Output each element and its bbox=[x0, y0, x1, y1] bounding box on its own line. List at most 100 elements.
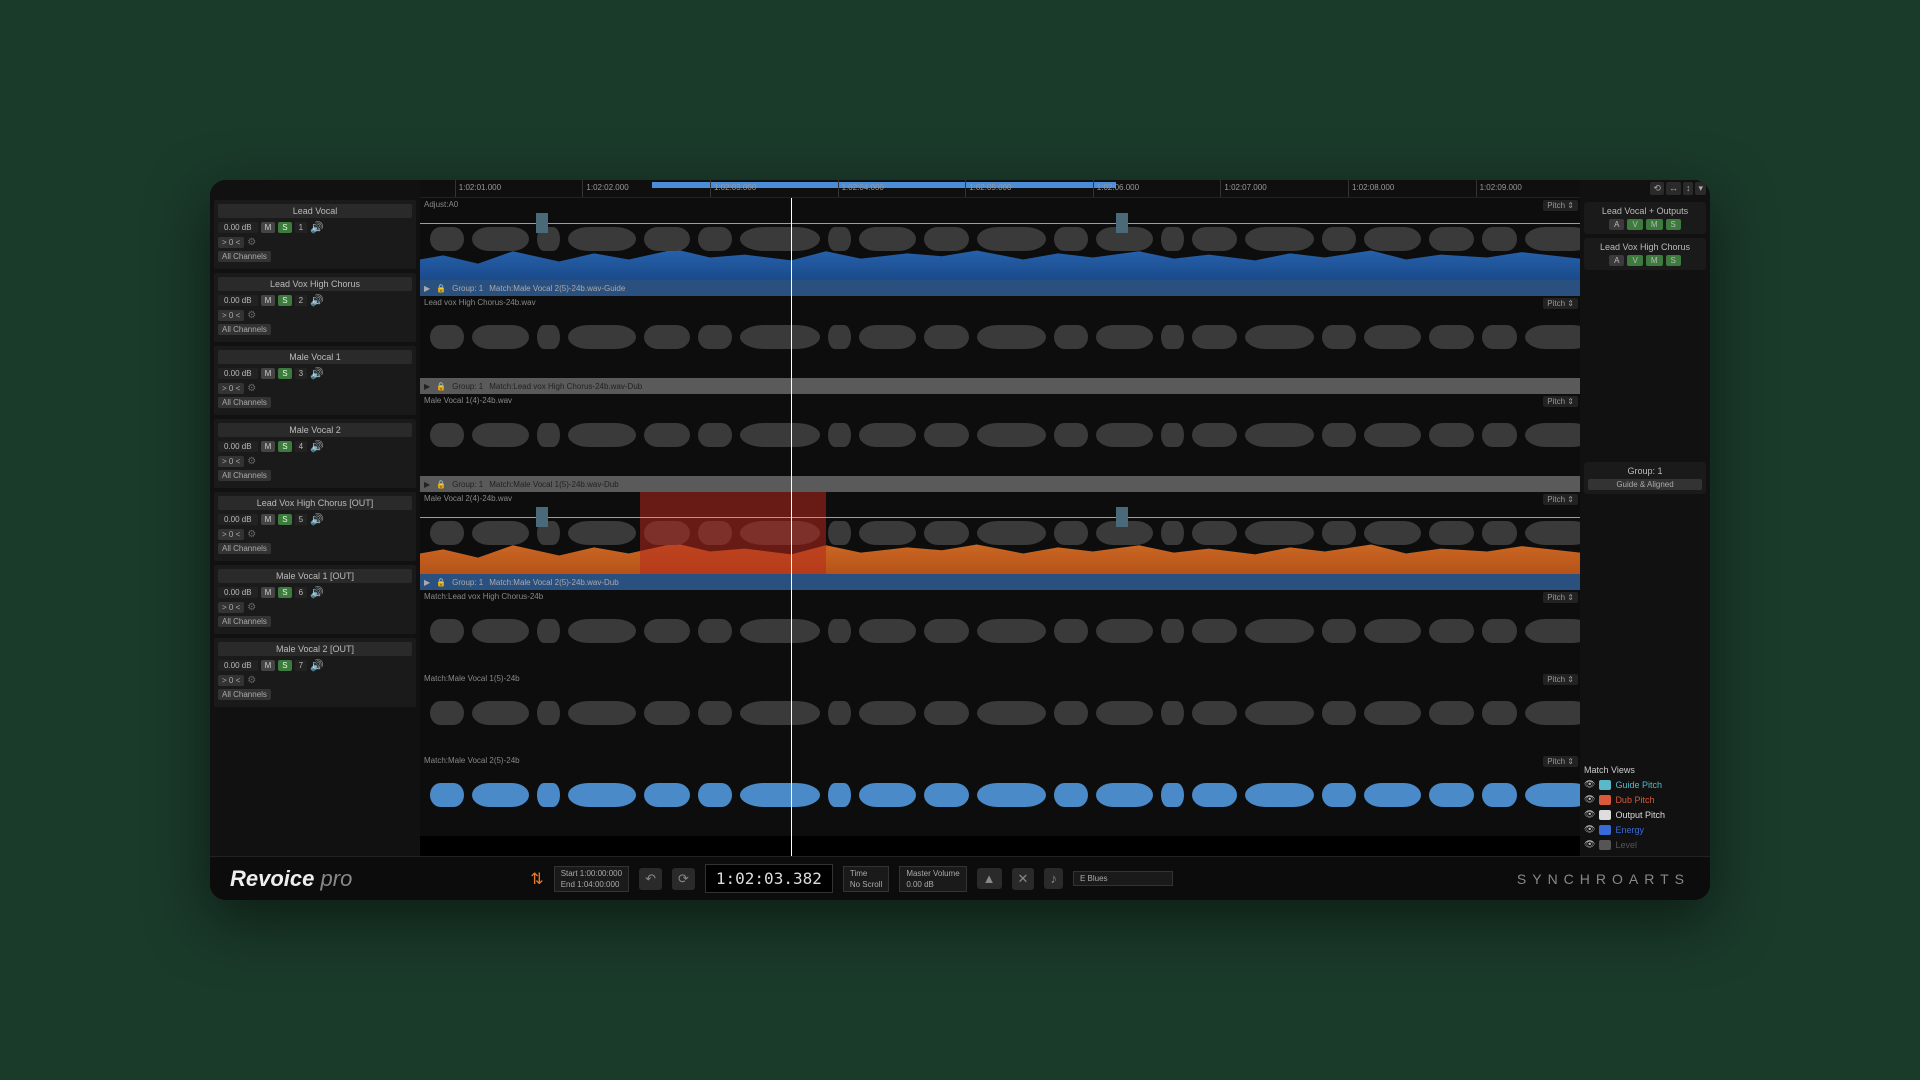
output-btn-v[interactable]: V bbox=[1627, 255, 1642, 266]
mute-button[interactable]: M bbox=[261, 441, 276, 452]
track-lane[interactable]: Male Vocal 2(4)-24b.wav Pitch ⇕ bbox=[420, 492, 1580, 574]
eye-icon[interactable]: 👁 bbox=[1584, 809, 1595, 820]
tool-icon[interactable]: ↔ bbox=[1666, 182, 1681, 195]
metronome-icon[interactable]: ▲ bbox=[977, 868, 1002, 889]
track-name[interactable]: Lead Vox High Chorus bbox=[218, 277, 412, 291]
track-name[interactable]: Lead Vocal bbox=[218, 204, 412, 218]
pitch-tag[interactable]: Pitch ⇕ bbox=[1543, 200, 1578, 211]
eye-icon[interactable]: 👁 bbox=[1584, 794, 1595, 805]
gear-icon[interactable]: ⚙ bbox=[247, 237, 256, 248]
gear-icon[interactable]: ⚙ bbox=[247, 310, 256, 321]
group-bar[interactable]: ▶🔒Group: 1Match:Male Vocal 1(5)-24b.wav-… bbox=[420, 476, 1580, 492]
mute-button[interactable]: M bbox=[261, 368, 276, 379]
pan-value[interactable]: > 0 < bbox=[218, 602, 244, 613]
match-view-item[interactable]: 👁Output Pitch bbox=[1584, 807, 1706, 822]
gear-icon[interactable]: ⚙ bbox=[247, 383, 256, 394]
timeline-ruler[interactable]: 1:02:01.0001:02:02.0001:02:03.0001:02:04… bbox=[420, 180, 1580, 198]
pitch-tag[interactable]: Pitch ⇕ bbox=[1543, 756, 1578, 767]
pan-value[interactable]: > 0 < bbox=[218, 237, 244, 248]
volume-icon[interactable]: 🔊 bbox=[310, 440, 324, 453]
group-bar[interactable]: ▶🔒Group: 1Match:Male Vocal 2(5)-24b.wav-… bbox=[420, 574, 1580, 590]
play-icon[interactable]: ▶ bbox=[424, 284, 430, 293]
gear-icon[interactable]: ⚙ bbox=[247, 602, 256, 613]
pitch-tag[interactable]: Pitch ⇕ bbox=[1543, 674, 1578, 685]
pitch-tag[interactable]: Pitch ⇕ bbox=[1543, 298, 1578, 309]
track-header[interactable]: Male Vocal 2 0.00 dB M S 4 🔊 > 0 < ⚙ All… bbox=[214, 419, 416, 488]
time-mode-box[interactable]: TimeNo Scroll bbox=[843, 866, 889, 892]
solo-button[interactable]: S bbox=[278, 295, 291, 306]
match-view-item[interactable]: 👁Guide Pitch bbox=[1584, 777, 1706, 792]
track-header[interactable]: Lead Vocal 0.00 dB M S 1 🔊 > 0 < ⚙ All C… bbox=[214, 200, 416, 269]
channels-select[interactable]: All Channels bbox=[218, 616, 271, 627]
link-icon[interactable]: ⇅ bbox=[530, 869, 543, 889]
track-name[interactable]: Male Vocal 2 bbox=[218, 423, 412, 437]
track-header[interactable]: Male Vocal 1 0.00 dB M S 3 🔊 > 0 < ⚙ All… bbox=[214, 346, 416, 415]
mute-button[interactable]: M bbox=[261, 514, 276, 525]
play-icon[interactable]: ▶ bbox=[424, 480, 430, 489]
mute-button[interactable]: M bbox=[261, 295, 276, 306]
track-header[interactable]: Male Vocal 2 [OUT] 0.00 dB M S 7 🔊 > 0 <… bbox=[214, 638, 416, 707]
group-bar[interactable]: ▶🔒Group: 1Match:Male Vocal 2(5)-24b.wav-… bbox=[420, 280, 1580, 296]
output-btn-m[interactable]: M bbox=[1646, 219, 1663, 230]
track-db[interactable]: 0.00 dB bbox=[218, 660, 258, 671]
solo-button[interactable]: S bbox=[278, 660, 291, 671]
solo-button[interactable]: S bbox=[278, 587, 291, 598]
loop-button[interactable]: ⟳ bbox=[672, 868, 695, 890]
mute-button[interactable]: M bbox=[261, 222, 276, 233]
solo-button[interactable]: S bbox=[278, 441, 291, 452]
channels-select[interactable]: All Channels bbox=[218, 470, 271, 481]
timecode-display[interactable]: 1:02:03.382 bbox=[705, 864, 833, 893]
eye-icon[interactable]: 👁 bbox=[1584, 839, 1595, 850]
play-icon[interactable]: ▶ bbox=[424, 578, 430, 587]
pan-value[interactable]: > 0 < bbox=[218, 383, 244, 394]
match-view-item[interactable]: 👁Dub Pitch bbox=[1584, 792, 1706, 807]
track-header[interactable]: Lead Vox High Chorus 0.00 dB M S 2 🔊 > 0… bbox=[214, 273, 416, 342]
mute-button[interactable]: M bbox=[261, 660, 276, 671]
pan-value[interactable]: > 0 < bbox=[218, 456, 244, 467]
channels-select[interactable]: All Channels bbox=[218, 543, 271, 554]
track-lane[interactable]: Male Vocal 1(4)-24b.wav Pitch ⇕ bbox=[420, 394, 1580, 476]
gear-icon[interactable]: ⚙ bbox=[247, 675, 256, 686]
output-btn-a[interactable]: A bbox=[1609, 219, 1624, 230]
channels-select[interactable]: All Channels bbox=[218, 324, 271, 335]
track-header[interactable]: Male Vocal 1 [OUT] 0.00 dB M S 6 🔊 > 0 <… bbox=[214, 565, 416, 634]
track-lane[interactable]: Lead vox High Chorus-24b.wav Pitch ⇕ bbox=[420, 296, 1580, 378]
track-name[interactable]: Male Vocal 2 [OUT] bbox=[218, 642, 412, 656]
group-mode-select[interactable]: Guide & Aligned bbox=[1588, 479, 1702, 490]
output-btn-s[interactable]: S bbox=[1666, 255, 1681, 266]
track-db[interactable]: 0.00 dB bbox=[218, 441, 258, 452]
volume-icon[interactable]: 🔊 bbox=[310, 513, 324, 526]
key-select[interactable]: E Blues bbox=[1073, 871, 1173, 886]
channels-select[interactable]: All Channels bbox=[218, 689, 271, 700]
channels-select[interactable]: All Channels bbox=[218, 397, 271, 408]
solo-button[interactable]: S bbox=[278, 368, 291, 379]
selection-region[interactable] bbox=[640, 492, 826, 574]
tracks-container[interactable]: Adjust:A0 Pitch ⇕▶🔒Group: 1Match:Male Vo… bbox=[420, 198, 1580, 856]
volume-icon[interactable]: 🔊 bbox=[310, 367, 324, 380]
play-icon[interactable]: ▶ bbox=[424, 382, 430, 391]
group-bar[interactable]: ▶🔒Group: 1Match:Lead vox High Chorus-24b… bbox=[420, 378, 1580, 394]
track-db[interactable]: 0.00 dB bbox=[218, 514, 258, 525]
track-name[interactable]: Lead Vox High Chorus [OUT] bbox=[218, 496, 412, 510]
playhead[interactable] bbox=[791, 198, 792, 856]
volume-icon[interactable]: 🔊 bbox=[310, 659, 324, 672]
track-lane[interactable]: Adjust:A0 Pitch ⇕ bbox=[420, 198, 1580, 280]
track-lane[interactable]: Match:Lead vox High Chorus-24b Pitch ⇕ bbox=[420, 590, 1580, 672]
track-db[interactable]: 0.00 dB bbox=[218, 587, 258, 598]
channels-select[interactable]: All Channels bbox=[218, 251, 271, 262]
match-view-item[interactable]: 👁Level bbox=[1584, 837, 1706, 852]
volume-icon[interactable]: 🔊 bbox=[310, 294, 324, 307]
track-db[interactable]: 0.00 dB bbox=[218, 368, 258, 379]
track-lane[interactable]: Match:Male Vocal 2(5)-24b Pitch ⇕ bbox=[420, 754, 1580, 836]
track-name[interactable]: Male Vocal 1 [OUT] bbox=[218, 569, 412, 583]
pan-value[interactable]: > 0 < bbox=[218, 310, 244, 321]
match-view-item[interactable]: 👁Energy bbox=[1584, 822, 1706, 837]
tune-icon[interactable]: ♪ bbox=[1044, 868, 1063, 889]
gear-icon[interactable]: ⚙ bbox=[247, 529, 256, 540]
pan-value[interactable]: > 0 < bbox=[218, 529, 244, 540]
pan-value[interactable]: > 0 < bbox=[218, 675, 244, 686]
pitch-tag[interactable]: Pitch ⇕ bbox=[1543, 396, 1578, 407]
master-volume-box[interactable]: Master Volume0.00 dB bbox=[899, 866, 966, 892]
tool-icon[interactable]: ▾ bbox=[1695, 182, 1706, 195]
eye-icon[interactable]: 👁 bbox=[1584, 824, 1595, 835]
